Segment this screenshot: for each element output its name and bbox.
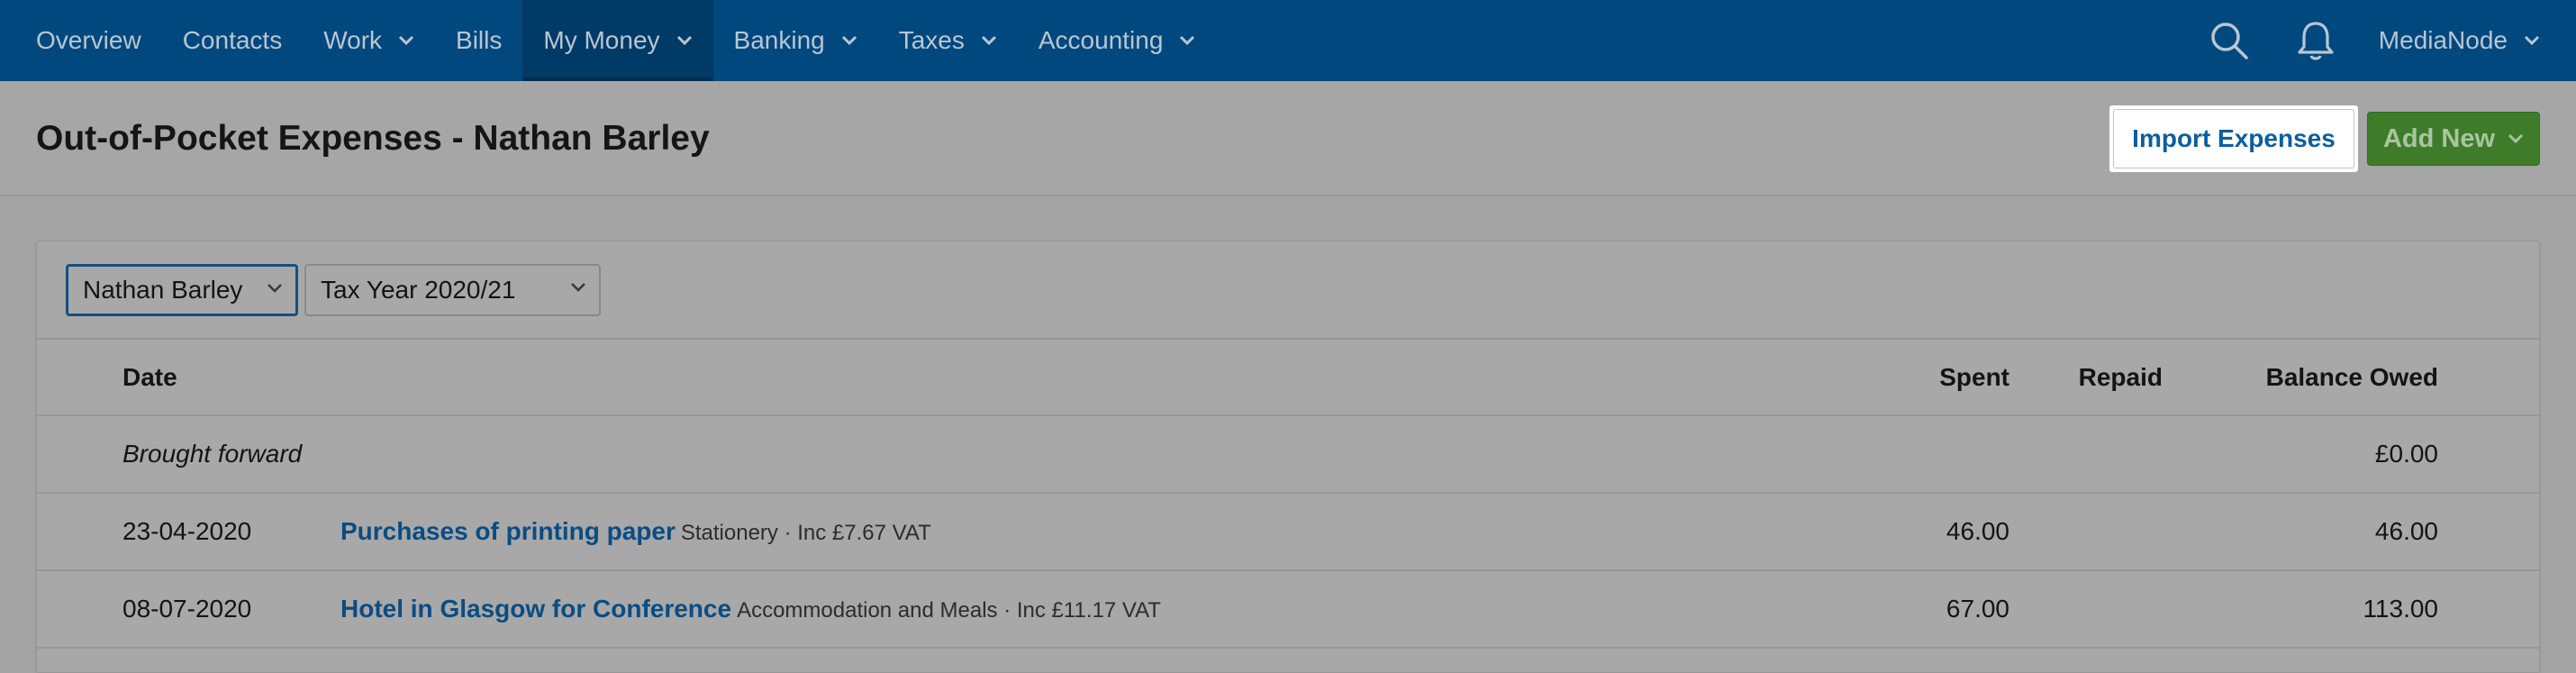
chevron-down-icon bbox=[398, 35, 414, 46]
row-spent: 46.00 bbox=[1946, 517, 2009, 545]
add-new-label: Add New bbox=[2382, 123, 2496, 153]
expense-meta: Accommodation and Meals · Inc £11.17 VAT bbox=[737, 598, 1161, 623]
column-header-spent[interactable]: Spent bbox=[1939, 363, 2009, 392]
chevron-down-icon bbox=[676, 35, 693, 46]
column-header-repaid[interactable]: Repaid bbox=[2079, 363, 2163, 392]
row-spent: 67.00 bbox=[1946, 595, 2009, 623]
import-expenses-button[interactable]: Import Expenses bbox=[2109, 105, 2358, 172]
table-header: Date Spent Repaid Balance Owed bbox=[37, 340, 2539, 416]
row-date: 23-04-2020 bbox=[122, 517, 252, 545]
add-new-button[interactable]: Add New bbox=[2367, 112, 2540, 166]
import-expenses-label: Import Expenses bbox=[2113, 109, 2354, 168]
expenses-card: Nathan Barley Tax Year 2020/21 Date Spen… bbox=[36, 241, 2540, 673]
row-balance: 46.00 bbox=[2374, 517, 2438, 545]
column-header-balance-owed[interactable]: Balance Owed bbox=[2266, 363, 2438, 392]
person-select[interactable]: Nathan Barley bbox=[66, 264, 298, 316]
nav-label: Banking bbox=[733, 26, 825, 54]
account-name: MediaNode bbox=[2378, 26, 2508, 54]
chevron-down-icon bbox=[841, 35, 857, 46]
row-description: Purchases of printing paper Stationery · … bbox=[340, 517, 931, 546]
nav-right-group: MediaNode bbox=[2186, 0, 2576, 81]
tax-year-select-value: Tax Year 2020/21 bbox=[321, 276, 516, 304]
expense-link[interactable]: Hotel in Glasgow for Conference bbox=[340, 595, 731, 623]
nav-label: Overview bbox=[36, 26, 141, 54]
chevron-down-icon bbox=[981, 35, 997, 46]
nav-label: Accounting bbox=[1038, 26, 1164, 54]
nav-item-bills[interactable]: Bills bbox=[435, 0, 522, 81]
nav-item-banking[interactable]: Banking bbox=[713, 0, 878, 81]
nav-label: Work bbox=[323, 26, 383, 54]
top-navigation: Overview Contacts Work Bills My Money Ba… bbox=[0, 0, 2576, 81]
page-header: Out-of-Pocket Expenses - Nathan Barley I… bbox=[0, 81, 2576, 196]
chevron-down-icon bbox=[2508, 133, 2524, 144]
person-select-value: Nathan Barley bbox=[83, 276, 243, 304]
nav-item-overview[interactable]: Overview bbox=[0, 0, 162, 81]
expense-meta: Stationery · Inc £7.67 VAT bbox=[680, 521, 931, 545]
chevron-down-icon bbox=[1179, 35, 1195, 46]
chevron-down-icon bbox=[570, 282, 586, 293]
nav-label: My Money bbox=[543, 26, 660, 54]
page-title: Out-of-Pocket Expenses - Nathan Barley bbox=[36, 119, 710, 158]
account-menu[interactable]: MediaNode bbox=[2359, 26, 2576, 55]
nav-item-taxes[interactable]: Taxes bbox=[878, 0, 1018, 81]
filter-bar: Nathan Barley Tax Year 2020/21 bbox=[37, 241, 2539, 340]
nav-item-work[interactable]: Work bbox=[303, 0, 435, 81]
nav-item-contacts[interactable]: Contacts bbox=[162, 0, 304, 81]
bell-icon[interactable] bbox=[2289, 0, 2343, 81]
chevron-down-icon bbox=[267, 283, 283, 294]
row-date: 08-07-2020 bbox=[122, 595, 252, 623]
expense-link[interactable]: Purchases of printing paper bbox=[340, 517, 676, 545]
row-description: Hotel in Glasgow for Conference Accommoda… bbox=[340, 595, 1161, 623]
chevron-down-icon bbox=[2524, 35, 2540, 46]
row-balance: 113.00 bbox=[2363, 595, 2438, 623]
nav-label: Contacts bbox=[182, 26, 283, 54]
brought-forward-label: Brought forward bbox=[122, 440, 303, 468]
column-header-date[interactable]: Date bbox=[122, 363, 177, 392]
table-row: 08-07-2020 Hotel in Glasgow for Conferen… bbox=[37, 571, 2539, 649]
search-icon[interactable] bbox=[2202, 0, 2256, 81]
table-row: 23-04-2020 Purchases of printing paper St… bbox=[37, 494, 2539, 571]
nav-label: Bills bbox=[456, 26, 503, 54]
brought-forward-balance: £0.00 bbox=[2374, 440, 2438, 468]
nav-label: Taxes bbox=[898, 26, 965, 54]
tax-year-select[interactable]: Tax Year 2020/21 bbox=[304, 264, 601, 316]
brought-forward-row: Brought forward £0.00 bbox=[37, 416, 2539, 494]
nav-item-my-money[interactable]: My Money bbox=[522, 0, 713, 81]
nav-item-accounting[interactable]: Accounting bbox=[1018, 0, 1217, 81]
